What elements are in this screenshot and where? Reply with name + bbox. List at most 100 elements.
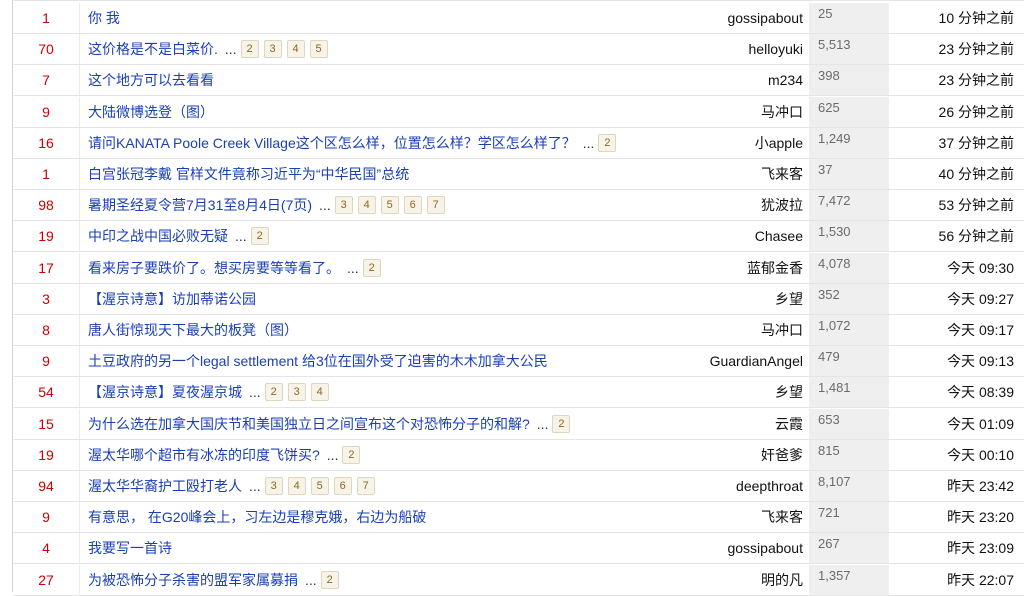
last-post-time: 今天 09:27	[947, 290, 1014, 307]
topic-title-cell: 大陆微博选登（图）	[79, 96, 639, 127]
page-link[interactable]: 5	[310, 477, 329, 495]
author-name[interactable]: 云霞	[609, 409, 803, 439]
reply-count: 4	[42, 540, 50, 557]
topic-title-cell: 为被恐怖分子杀害的盟军家属募捐... 2	[79, 564, 639, 595]
topic-title-link[interactable]: 渥太华华裔护工殴打老人	[88, 476, 242, 496]
pages-ellipsis: ...	[249, 478, 261, 494]
view-count: 1,249	[809, 127, 889, 158]
page-link[interactable]: 2	[362, 258, 381, 277]
topic-title-link[interactable]: 我要写一首诗	[88, 538, 172, 558]
reply-count: 7	[42, 72, 50, 89]
reply-count: 94	[38, 478, 54, 494]
pages-ellipsis: ...	[224, 41, 237, 58]
page-link[interactable]: 3	[287, 383, 306, 402]
topic-title-link[interactable]: 中印之战中国必败无疑	[88, 226, 228, 246]
pages-ellipsis: ...	[326, 446, 339, 463]
topic-title-link[interactable]: 土豆政府的另一个legal settlement 给3位在国外受了迫害的木木加拿…	[88, 351, 548, 371]
topic-title-link[interactable]: 渥太华哪个超市有冰冻的印度飞饼买?	[88, 445, 320, 465]
topic-title-cell: 请问KANATA Poole Creek Village这个区怎么样，位置怎么样…	[79, 127, 639, 158]
page-link[interactable]: 2	[342, 445, 361, 464]
view-count: 1,481	[809, 377, 889, 408]
topic-title-link[interactable]: 大陆微博选登（图）	[88, 102, 214, 122]
page-link[interactable]: 4	[310, 383, 329, 402]
topic-title-cell: 我要写一首诗	[79, 533, 639, 564]
reply-count: 9	[42, 103, 50, 120]
pages-ellipsis: ...	[536, 415, 549, 432]
reply-count: 9	[42, 353, 50, 370]
reply-count: 70	[38, 41, 54, 58]
topic-row: 9 有意思， 在G20峰会上，习左边是穆克娥，右边为船破 飞来客 721 昨天 23:2…	[13, 502, 1024, 534]
page-link[interactable]: 6	[403, 196, 422, 215]
topic-list: 1你 我 gossipabout 25 10 分钟之前 70 这价格是不是白菜价.... 2…	[12, 0, 1024, 596]
topic-title-link[interactable]: 这价格是不是白菜价.	[88, 39, 218, 59]
topic-title-link[interactable]: 请问KANATA Poole Creek Village这个区怎么样，位置怎么样…	[88, 133, 576, 153]
author-name[interactable]: 飞来客	[609, 502, 803, 532]
page-link[interactable]: 6	[333, 477, 352, 495]
page-link[interactable]: 4	[287, 477, 306, 495]
last-post-time: 昨天 23:42	[947, 478, 1014, 494]
page-link[interactable]: 7	[426, 196, 445, 215]
author-name[interactable]: 奸爸爹	[609, 440, 803, 470]
author-name[interactable]: GuardianAngel	[609, 346, 803, 376]
view-count: 815	[809, 439, 889, 470]
page-link[interactable]: 2	[320, 570, 339, 589]
author-name[interactable]: deepthroat	[609, 471, 803, 501]
page-link[interactable]: 3	[264, 477, 283, 495]
reply-count: 15	[38, 415, 54, 432]
view-count: 398	[809, 65, 889, 96]
topic-title-link[interactable]: 【渥京诗意】夏夜渥京城	[88, 382, 242, 402]
author-name[interactable]: gossipabout	[609, 3, 803, 33]
topic-title-link[interactable]: 为被恐怖分子杀害的盟军家属募捐	[88, 570, 298, 590]
page-link[interactable]: 2	[240, 40, 259, 59]
page-link[interactable]: 4	[357, 196, 376, 215]
topic-row: 1 白宫张冠李戴 官样文件竟称习近平为“中华民国”总统 飞来客 37 40 分钟之前	[13, 159, 1024, 190]
page-link[interactable]: 2	[552, 414, 571, 433]
author-name[interactable]: 犹波拉	[609, 190, 803, 220]
view-count: 625	[809, 96, 889, 127]
author-name[interactable]: 马冲口	[609, 315, 803, 345]
view-count: 4,078	[809, 252, 889, 283]
view-count: 7,472	[809, 190, 889, 221]
view-count: 37	[809, 159, 889, 189]
topic-title-link[interactable]: 白宫张冠李戴 官样文件竟称习近平为“中华民国”总统	[88, 164, 409, 184]
author-name[interactable]: 明的凡	[609, 565, 803, 595]
author-name[interactable]: 小apple	[609, 128, 803, 158]
author-name[interactable]: helloyuki	[609, 34, 803, 64]
author-name[interactable]: Chasee	[609, 221, 803, 251]
author-name[interactable]: 乡望	[609, 284, 803, 314]
topic-title-link[interactable]: 唐人街惊现天下最大的板凳（图）	[88, 320, 298, 340]
topic-title-link[interactable]: 有意思， 在G20峰会上，习左边是穆克娥，右边为船破	[88, 507, 426, 527]
author-name[interactable]: 飞来客	[609, 159, 803, 189]
page-link[interactable]: 5	[380, 196, 399, 215]
last-post-time: 今天 00:10	[947, 446, 1014, 463]
topic-title-cell: 你 我	[79, 3, 639, 33]
topic-row: 4 我要写一首诗 gossipabout 267 昨天 23:09	[13, 533, 1024, 565]
page-link[interactable]: 5	[309, 40, 328, 59]
topic-title-cell: 为什么选在加拿大国庆节和美国独立日之间宣布这个对恐怖分子的和解?... 2	[79, 408, 639, 439]
topic-title-link[interactable]: 为什么选在加拿大国庆节和美国独立日之间宣布这个对恐怖分子的和解?	[88, 414, 530, 434]
page-link[interactable]: 4	[286, 40, 305, 59]
topic-title-link[interactable]: 你 我	[88, 8, 120, 28]
topic-title-link[interactable]: 这个地方可以去看看	[88, 70, 214, 90]
view-count: 1,530	[809, 221, 889, 252]
author-name[interactable]: 蓝郁金香	[609, 253, 803, 283]
reply-count: 3	[42, 290, 50, 307]
author-name[interactable]: gossipabout	[609, 533, 803, 563]
author-name[interactable]: 乡望	[609, 377, 803, 407]
page-link[interactable]: 2	[264, 383, 283, 402]
page-link[interactable]: 7	[356, 477, 375, 495]
topic-title-link[interactable]: 暑期圣经夏令营7月31至8月4日(7页)	[88, 195, 312, 215]
topic-title-link[interactable]: 看来房子要跌价了。想买房要等等看了。	[88, 258, 340, 278]
page-link[interactable]: 2	[250, 227, 269, 246]
author-name[interactable]: m234	[609, 65, 803, 95]
topic-title-link[interactable]: 【渥京诗意】访加蒂诺公园	[88, 289, 256, 309]
page-link[interactable]: 3	[263, 40, 282, 59]
topic-row: 9 土豆政府的另一个legal settlement 给3位在国外受了迫害的木木加…	[13, 346, 1024, 378]
view-count: 352	[809, 283, 889, 314]
topic-title-cell: 【渥京诗意】访加蒂诺公园	[79, 283, 639, 314]
author-name[interactable]: 马冲口	[609, 97, 803, 127]
topic-title-cell: 中印之战中国必败无疑... 2	[79, 221, 639, 252]
pages-ellipsis: ...	[582, 134, 595, 151]
page-link[interactable]: 3	[334, 196, 353, 215]
pages-ellipsis: ...	[319, 197, 331, 214]
